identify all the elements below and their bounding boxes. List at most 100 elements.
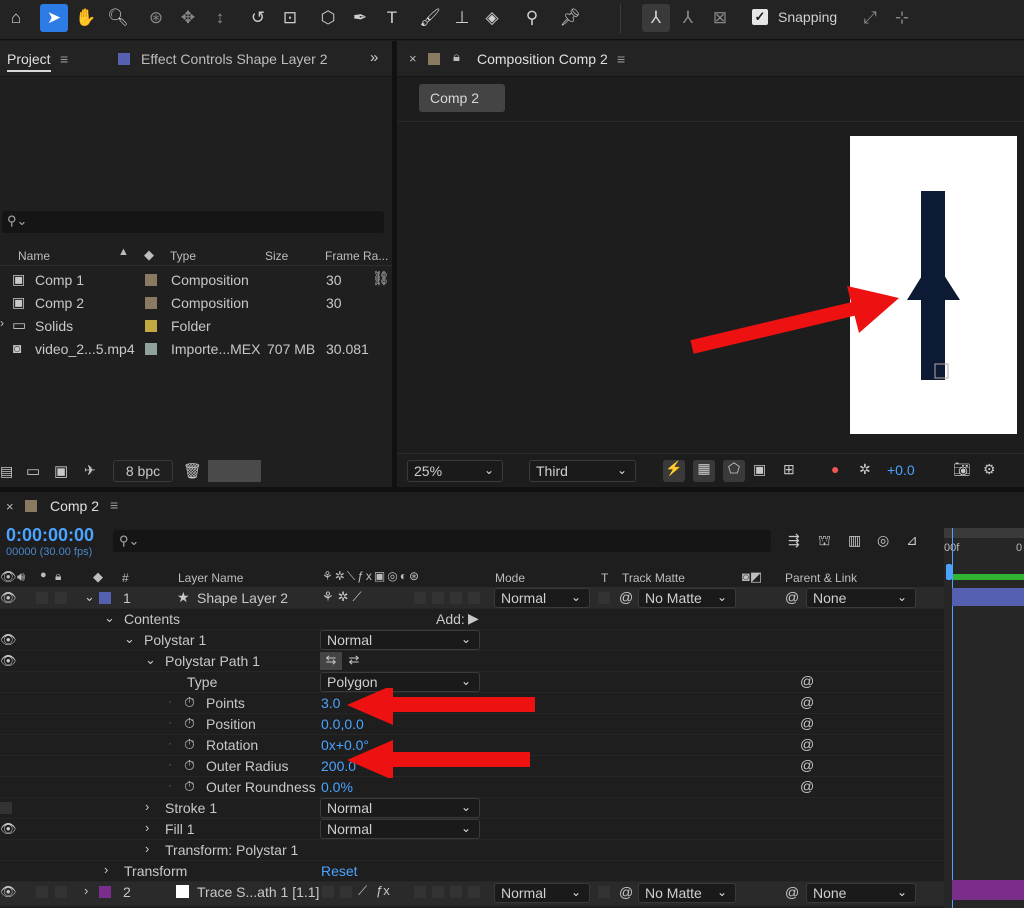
snap-points-icon[interactable]: ⊹ [888, 4, 916, 32]
stroke-blend-dropdown[interactable]: Normal ⌄ [320, 798, 480, 818]
snapshot-icon[interactable]: 📷︎ [953, 461, 971, 478]
world-axis-icon[interactable]: ⅄ [674, 4, 702, 32]
chevron-right-icon[interactable]: › [104, 862, 108, 877]
motion-blur-icon[interactable]: ◎ [877, 532, 889, 549]
switch-box[interactable] [432, 886, 444, 898]
column-frame-rate[interactable]: Frame Ra... [325, 249, 388, 263]
blend-mode-dropdown[interactable]: Normal ⌄ [494, 588, 590, 608]
layer-switches[interactable]: ⚘✲⟋ [322, 589, 366, 605]
parent-dropdown[interactable]: None ⌄ [806, 883, 916, 903]
stopwatch-icon[interactable]: ⏱︎ [184, 736, 195, 753]
transform-row[interactable]: › Transform Reset [0, 861, 944, 882]
switch-box[interactable] [468, 886, 480, 898]
column-parent-link[interactable]: Parent & Link [785, 571, 857, 585]
expression-pickwhip-icon[interactable]: @ [800, 778, 814, 794]
project-item[interactable]: ▣ Comp 1 Composition 30 ⛓ [0, 268, 392, 291]
roto-brush-tool-icon[interactable]: ⚲ [518, 4, 546, 32]
transform-polystar-row[interactable]: › Transform: Polystar 1 [0, 840, 944, 861]
interpret-footage-icon[interactable]: ▤ [0, 463, 13, 480]
layer-row[interactable]: 👁︎ › 2 Trace S...ath 1 [1.1] ⟋ ƒx Normal… [0, 882, 944, 906]
column-name[interactable]: Name [18, 249, 50, 263]
expression-pickwhip-icon[interactable]: @ [800, 694, 814, 710]
eye-icon[interactable]: 👁︎ [0, 821, 17, 837]
stopwatch-icon[interactable]: ⏱︎ [184, 715, 195, 732]
contents-row[interactable]: ⌄ Contents Add: ▶ [0, 609, 944, 630]
timeline-title[interactable]: Comp 2 [50, 498, 99, 514]
property-row[interactable]: · ⏱︎ Outer Roundness 0.0% @ [0, 777, 944, 798]
column-layer-name[interactable]: Layer Name [178, 571, 243, 585]
reverse-direction-icon[interactable]: ⇄ [344, 652, 364, 670]
lock-icon[interactable]: 🔒︎ [453, 49, 460, 65]
selection-tool-icon[interactable]: ➤ [40, 4, 68, 32]
frame-blending-icon[interactable]: ▥ [848, 532, 861, 549]
expression-pickwhip-icon[interactable]: @ [800, 736, 814, 752]
points-value[interactable]: 3.0 [321, 695, 340, 711]
switch-box[interactable] [322, 886, 334, 898]
sort-ascending-icon[interactable]: ▲ [118, 246, 129, 258]
solo-toggle[interactable] [36, 592, 48, 604]
chevron-right-icon[interactable]: › [84, 883, 88, 898]
snap-edges-icon[interactable]: ⤢ [856, 4, 884, 32]
tab-project[interactable]: Project [7, 51, 51, 72]
add-menu-icon[interactable]: ▶ [468, 610, 479, 627]
mask-visibility-icon[interactable]: ⬠ [723, 460, 745, 482]
view-axis-icon[interactable]: ⊠ [706, 4, 734, 32]
chevron-right-icon[interactable]: › [145, 799, 149, 814]
new-folder-icon[interactable]: ▭ [26, 462, 40, 480]
trash-icon[interactable]: 🗑︎ [183, 462, 202, 480]
eye-icon[interactable]: 👁︎ [0, 590, 17, 606]
label-tag-icon[interactable]: ◆ [144, 247, 154, 263]
zoom-dropdown[interactable]: 25% ⌄ [407, 460, 503, 482]
polystar-path-row[interactable]: 👁︎ ⌄ Polystar Path 1 ⇆ ⇄ [0, 651, 944, 672]
track-matte-dropdown[interactable]: No Matte ⌄ [638, 883, 736, 903]
project-item[interactable]: ▣ Comp 2 Composition 30 [0, 291, 392, 314]
layer-name[interactable]: Trace S...ath 1 [1.1] [197, 884, 319, 900]
close-icon[interactable]: × [409, 51, 417, 66]
switch-box[interactable] [414, 592, 426, 604]
rotation-tool-icon[interactable]: ↺ [244, 4, 272, 32]
layer-name[interactable]: Shape Layer 2 [197, 590, 288, 606]
anchor-point-tool-icon[interactable]: ⊡ [276, 4, 304, 32]
label-tag-icon[interactable]: ◆ [93, 569, 103, 585]
region-of-interest-icon[interactable]: ▣ [753, 461, 766, 478]
exposure-value[interactable]: +0.0 [887, 462, 915, 478]
switch-box[interactable] [432, 592, 444, 604]
audio-icon[interactable]: 🔊︎ [17, 569, 25, 585]
render-queue-icon[interactable]: ✈ [84, 462, 96, 479]
column-type[interactable]: Type [170, 249, 196, 263]
switch-box[interactable] [468, 592, 480, 604]
preserve-transparency-toggle[interactable] [598, 592, 610, 604]
lock-icon[interactable]: 🔒︎ [55, 569, 61, 584]
solo-icon[interactable]: ● [40, 569, 47, 581]
panel-overflow-icon[interactable]: » [370, 49, 378, 66]
expression-pickwhip-icon[interactable]: @ [800, 757, 814, 773]
show-snapshot-icon[interactable]: ⚙ [983, 461, 996, 478]
resolution-dropdown[interactable]: Third ⌄ [529, 460, 636, 482]
puppet-pin-tool-icon[interactable]: 📌︎ [556, 4, 584, 32]
eye-icon[interactable]: 👁︎ [0, 884, 17, 900]
column-mode[interactable]: Mode [495, 571, 525, 585]
grid-guides-icon[interactable]: ⊞ [783, 461, 795, 478]
composition-title[interactable]: Composition Comp 2 [477, 51, 608, 67]
home-icon[interactable]: ⌂ [2, 4, 30, 32]
flowchart-icon[interactable]: ⛓ [372, 270, 390, 287]
expression-pickwhip-icon[interactable]: @ [800, 715, 814, 731]
pan-camera-icon[interactable]: ✥ [174, 4, 202, 32]
stopwatch-icon[interactable]: ⏱︎ [184, 694, 195, 711]
path-direction-icon[interactable]: ⇆ [320, 652, 342, 670]
panel-menu-icon[interactable]: ≡ [60, 51, 68, 67]
layer-2-bar[interactable] [952, 880, 1024, 900]
label-color-swatch[interactable] [99, 886, 111, 898]
polystar-blend-dropdown[interactable]: Normal ⌄ [320, 630, 480, 650]
comp-tab-button[interactable]: Comp 2 [419, 84, 505, 112]
graph-editor-icon[interactable]: ⊿ [906, 532, 918, 549]
visibility-toggle[interactable] [0, 802, 12, 814]
pen-tool-icon[interactable]: ✒ [346, 4, 374, 32]
chevron-right-icon[interactable]: › [145, 820, 149, 835]
local-axis-icon[interactable]: ⅄ [642, 4, 670, 32]
dolly-camera-icon[interactable]: ↕ [206, 4, 234, 32]
preserve-transparency-toggle[interactable] [598, 886, 610, 898]
orbit-camera-icon[interactable]: ⊛ [142, 4, 170, 32]
eraser-tool-icon[interactable]: ◈ [478, 4, 506, 32]
shape-tool-icon[interactable]: ⬡ [314, 4, 342, 32]
